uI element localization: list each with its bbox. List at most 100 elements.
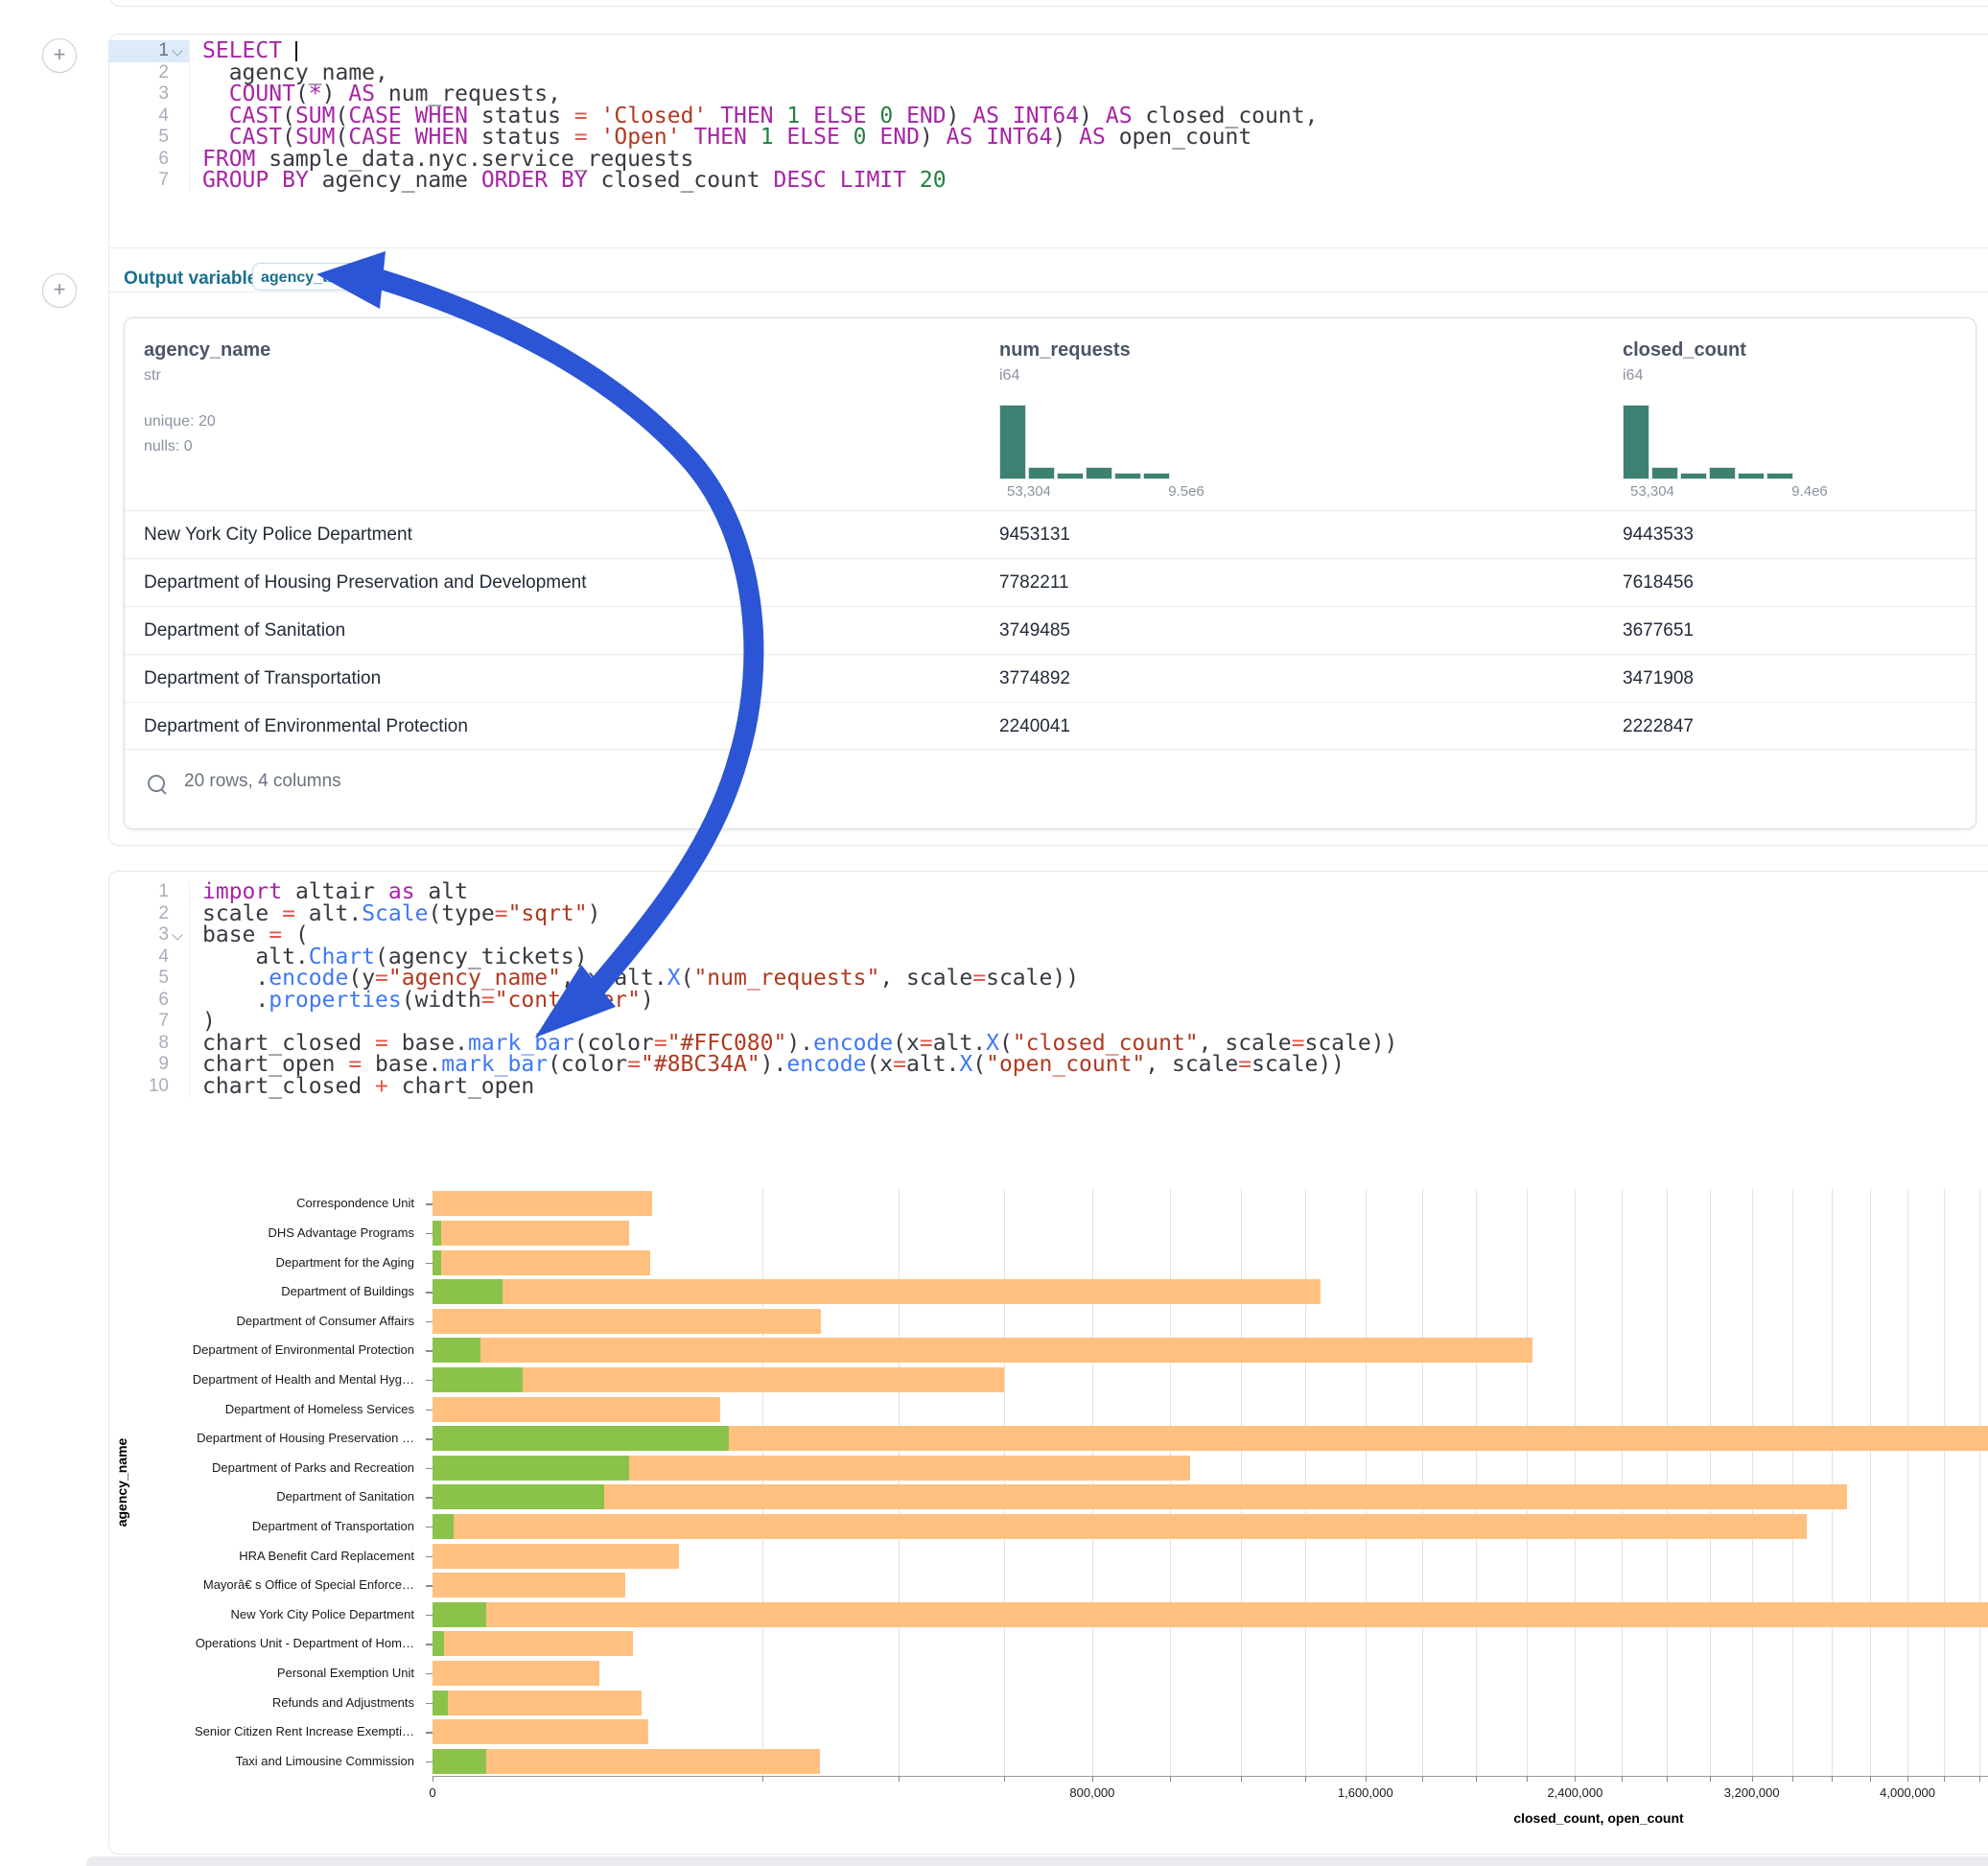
line-number: 1 bbox=[109, 881, 190, 903]
code-line[interactable]: 8chart_closed = base.mark_bar(color="#FF… bbox=[109, 1033, 1988, 1055]
open-count-bar[interactable] bbox=[433, 1426, 729, 1451]
add-cell-button-output[interactable]: + bbox=[42, 273, 77, 308]
gridline bbox=[1832, 1189, 1833, 1776]
code-line[interactable]: 3 COUNT(*) AS num_requests, bbox=[109, 83, 1988, 105]
closed-count-bar[interactable] bbox=[433, 1514, 1807, 1539]
closed-count-bar[interactable] bbox=[433, 1631, 633, 1656]
line-number: 3 bbox=[109, 924, 190, 946]
closed-count-bar[interactable] bbox=[433, 1661, 599, 1686]
table-cell: Department of Housing Preservation and D… bbox=[144, 559, 587, 607]
add-cell-button-top[interactable]: + bbox=[42, 38, 77, 73]
x-tick bbox=[1170, 1776, 1171, 1782]
x-tick bbox=[1575, 1776, 1576, 1782]
code-line[interactable]: 3base = ( bbox=[109, 924, 1988, 946]
open-count-bar[interactable] bbox=[433, 1514, 454, 1539]
column-header-num_requests[interactable]: num_requestsi6453,3049.5e6 bbox=[999, 318, 1131, 510]
table-row[interactable]: Department of Transportation377489234719… bbox=[125, 654, 1976, 703]
y-tick bbox=[426, 1732, 433, 1734]
open-count-bar[interactable] bbox=[433, 1250, 441, 1275]
code-line[interactable]: 2scale = alt.Scale(type="sqrt") bbox=[109, 903, 1988, 925]
collapse-chevron-icon[interactable] bbox=[172, 929, 183, 941]
open-count-bar[interactable] bbox=[433, 1221, 441, 1246]
code-line[interactable]: 9chart_open = base.mark_bar(color="#8BC3… bbox=[109, 1054, 1988, 1076]
table-cell: Department of Environmental Protection bbox=[144, 703, 468, 751]
code-line[interactable]: 6 .properties(width="container") bbox=[109, 990, 1988, 1012]
y-axis-label: Department for the Aging bbox=[275, 1255, 414, 1270]
closed-count-bar[interactable] bbox=[433, 1338, 1532, 1363]
open-count-bar[interactable] bbox=[433, 1367, 523, 1392]
open-count-bar[interactable] bbox=[433, 1484, 604, 1509]
x-tick-label: 0 bbox=[429, 1785, 435, 1800]
closed-count-bar[interactable] bbox=[433, 1573, 625, 1598]
y-tick bbox=[426, 1321, 433, 1323]
gridline bbox=[899, 1189, 900, 1776]
code-line[interactable]: 6FROM sample_data.nyc.service_requests bbox=[109, 149, 1988, 171]
open-count-bar[interactable] bbox=[433, 1749, 486, 1774]
histogram-bar bbox=[1651, 467, 1678, 479]
open-count-bar[interactable] bbox=[433, 1338, 480, 1363]
search-icon[interactable] bbox=[148, 775, 169, 796]
column-name: num_requests bbox=[999, 339, 1131, 362]
open-count-bar[interactable] bbox=[433, 1456, 629, 1481]
closed-count-bar[interactable] bbox=[433, 1749, 820, 1774]
y-tick bbox=[426, 1292, 433, 1294]
code-line[interactable]: 7GROUP BY agency_name ORDER BY closed_co… bbox=[109, 170, 1988, 192]
code-line[interactable]: 10chart_closed + chart_open bbox=[109, 1076, 1988, 1098]
code-line[interactable]: 5 CAST(SUM(CASE WHEN status = 'Open' THE… bbox=[109, 127, 1988, 149]
y-axis-label: Department of Sanitation bbox=[276, 1489, 414, 1504]
open-count-bar[interactable] bbox=[433, 1602, 486, 1627]
histogram-bar bbox=[1738, 473, 1765, 479]
y-axis-label: Refunds and Adjustments bbox=[272, 1695, 414, 1710]
table-row[interactable]: Department of Sanitation37494853677651 bbox=[125, 606, 1976, 655]
closed-count-bar[interactable] bbox=[433, 1691, 642, 1715]
table-cell: 9443533 bbox=[1623, 511, 1694, 559]
open-count-bar[interactable] bbox=[433, 1279, 503, 1304]
closed-count-bar[interactable] bbox=[433, 1279, 1321, 1304]
closed-count-bar[interactable] bbox=[433, 1397, 720, 1422]
code-line[interactable]: 2 agency_name, bbox=[109, 62, 1988, 84]
table-row[interactable]: New York City Police Department945313194… bbox=[125, 510, 1976, 559]
python-code-editor[interactable]: 1import altair as alt2scale = alt.Scale(… bbox=[109, 881, 1988, 1097]
open-count-bar[interactable] bbox=[433, 1631, 444, 1656]
closed-count-bar[interactable] bbox=[433, 1602, 1988, 1627]
collapse-chevron-icon[interactable] bbox=[172, 45, 183, 57]
table-row[interactable]: Department of Housing Preservation and D… bbox=[125, 558, 1976, 607]
closed-count-bar[interactable] bbox=[433, 1719, 648, 1744]
column-type: str bbox=[144, 367, 270, 385]
x-tick bbox=[1979, 1776, 1980, 1782]
closed-count-bar[interactable] bbox=[433, 1484, 1847, 1509]
column-header-closed_count[interactable]: closed_counti6453,3049.4e6 bbox=[1623, 318, 1746, 510]
closed-count-bar[interactable] bbox=[433, 1221, 629, 1246]
y-tick bbox=[426, 1585, 433, 1587]
code-line[interactable]: 1SELECT bbox=[109, 40, 1988, 62]
y-tick bbox=[426, 1380, 433, 1382]
y-axis-label: Department of Homeless Services bbox=[225, 1402, 414, 1416]
code-line[interactable]: 5 .encode(y="agency_name", x=alt.X("num_… bbox=[109, 968, 1988, 990]
code-line[interactable]: 7) bbox=[109, 1011, 1988, 1033]
closed-count-bar[interactable] bbox=[433, 1309, 821, 1334]
code-line[interactable]: 4 alt.Chart(agency_tickets) bbox=[109, 946, 1988, 968]
y-axis-label: HRA Benefit Card Replacement bbox=[239, 1549, 414, 1563]
closed-count-bar[interactable] bbox=[433, 1191, 652, 1216]
histogram-bar bbox=[1028, 467, 1055, 479]
code-text: ) bbox=[190, 1011, 216, 1033]
text-cursor bbox=[295, 41, 297, 61]
closed-count-bar[interactable] bbox=[433, 1544, 679, 1569]
open-count-bar[interactable] bbox=[433, 1691, 448, 1715]
x-tick bbox=[1907, 1776, 1908, 1782]
sql-code-editor[interactable]: 1SELECT 2 agency_name,3 COUNT(*) AS num_… bbox=[109, 40, 1988, 192]
output-variable-pill[interactable]: agency_tickets bbox=[252, 263, 356, 291]
code-line[interactable]: 4 CAST(SUM(CASE WHEN status = 'Closed' T… bbox=[109, 105, 1988, 128]
column-stat: unique: 20 bbox=[144, 409, 270, 434]
closed-count-bar[interactable] bbox=[433, 1250, 650, 1275]
histogram-min-label: 53,304 bbox=[1007, 483, 1051, 500]
y-tick bbox=[426, 1644, 433, 1645]
code-text: base = ( bbox=[190, 924, 309, 946]
line-number: 4 bbox=[109, 946, 190, 968]
code-line[interactable]: 1import altair as alt bbox=[109, 881, 1988, 903]
column-header-agency_name[interactable]: agency_namestrunique: 20nulls: 0 bbox=[144, 318, 270, 510]
histogram-bar bbox=[1086, 467, 1112, 479]
table-row[interactable]: Department of Environmental Protection22… bbox=[125, 702, 1976, 751]
chart-plot-area[interactable] bbox=[433, 1189, 1988, 1777]
gridline bbox=[1305, 1189, 1306, 1776]
